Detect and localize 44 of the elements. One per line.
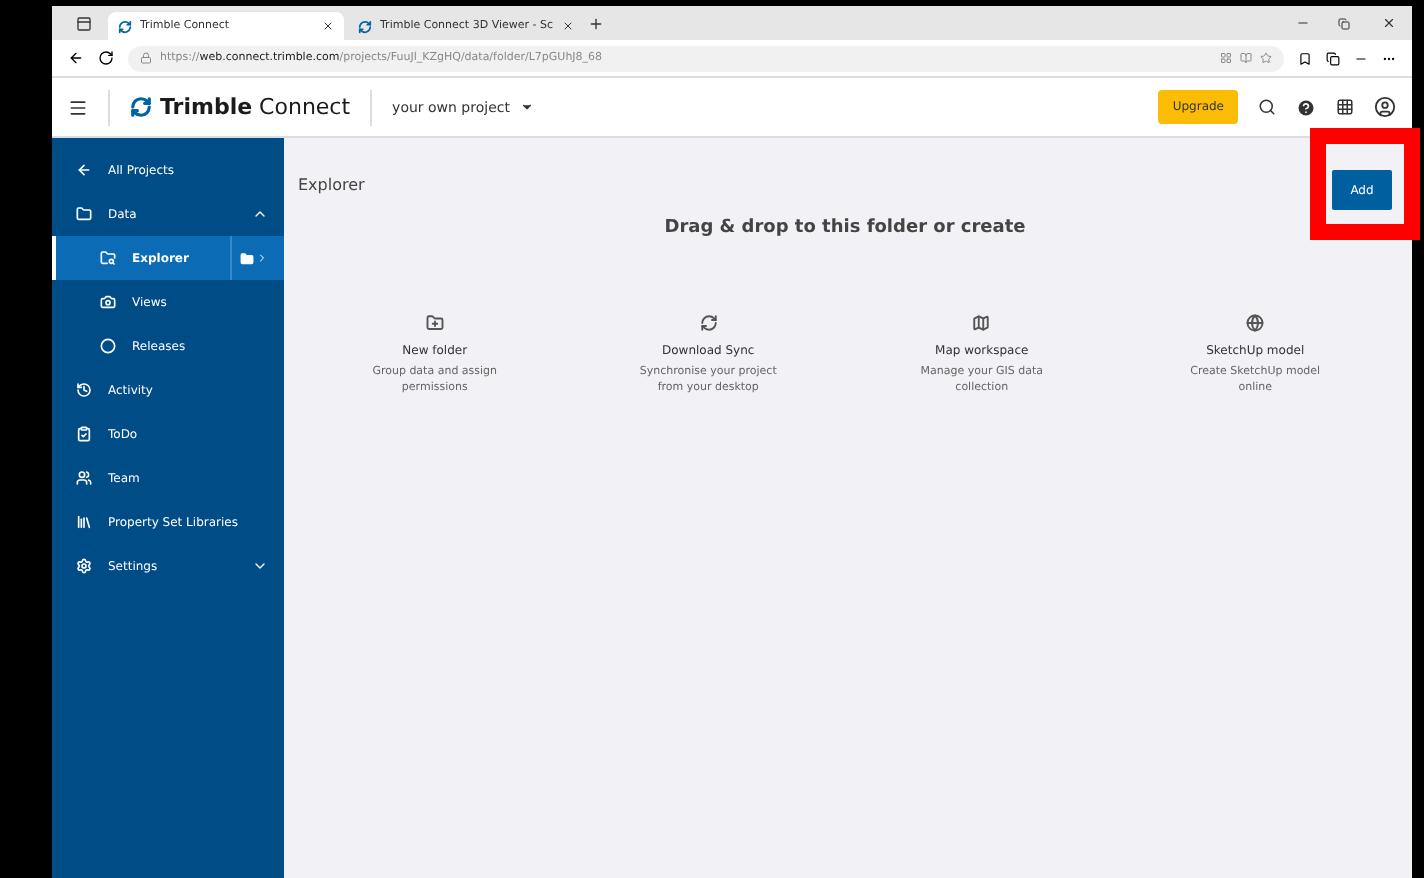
site-icon: [118, 19, 132, 33]
reload-icon[interactable]: [98, 50, 114, 66]
help-icon[interactable]: [1296, 97, 1316, 117]
new-tab-icon[interactable]: [588, 15, 604, 31]
drop-zone-heading: Drag & drop to this folder or create: [662, 218, 1028, 238]
sidebar-item-icon: [76, 514, 92, 530]
menu-icon[interactable]: [68, 97, 88, 117]
user-avatar-icon[interactable]: [1374, 96, 1396, 118]
sidebar-item-icon: [76, 206, 92, 222]
close-icon[interactable]: [1382, 16, 1396, 30]
sidebar-item-icon: [76, 470, 92, 486]
search-icon[interactable]: [1258, 98, 1276, 116]
action-icon: [699, 314, 718, 332]
back-icon[interactable]: [68, 50, 84, 66]
action-icon: [1246, 314, 1265, 332]
sidebar-item-icon: [100, 338, 116, 354]
sidebar-item-icon: [76, 426, 92, 442]
favorites-icon[interactable]: [1298, 51, 1312, 65]
star-icon[interactable]: [1260, 52, 1272, 64]
app-grid-icon[interactable]: [1220, 52, 1232, 64]
tab-actions-icon[interactable]: [76, 15, 92, 31]
action-icon: [972, 314, 991, 332]
site-icon: [358, 19, 372, 33]
logo-icon: [130, 96, 152, 118]
brand-logo: Trimble Connect: [160, 94, 351, 120]
sidebar-item-icon: [100, 294, 116, 310]
action-icon: [425, 314, 444, 332]
sidebar-item-icon: [100, 250, 116, 266]
sidebar-item-icon: [76, 558, 92, 574]
chevron-down-icon: [252, 558, 268, 574]
sidebar-item-icon: [76, 382, 92, 398]
reader-icon[interactable]: [1240, 52, 1252, 64]
page-title: Explorer: [298, 176, 365, 194]
apps-grid-icon[interactable]: [1336, 98, 1354, 116]
close-icon: [562, 20, 574, 32]
caret-icon[interactable]: [519, 100, 534, 114]
minimize-icon[interactable]: [1296, 16, 1310, 30]
restore-icon[interactable]: [1338, 17, 1350, 29]
folder-menu-icon: [230, 236, 268, 280]
collections-icon[interactable]: [1326, 51, 1340, 65]
sidebar-item-icon: [76, 162, 92, 178]
close-icon: [322, 20, 334, 32]
chevron-up-icon: [252, 206, 268, 222]
lock-icon[interactable]: [140, 52, 152, 64]
